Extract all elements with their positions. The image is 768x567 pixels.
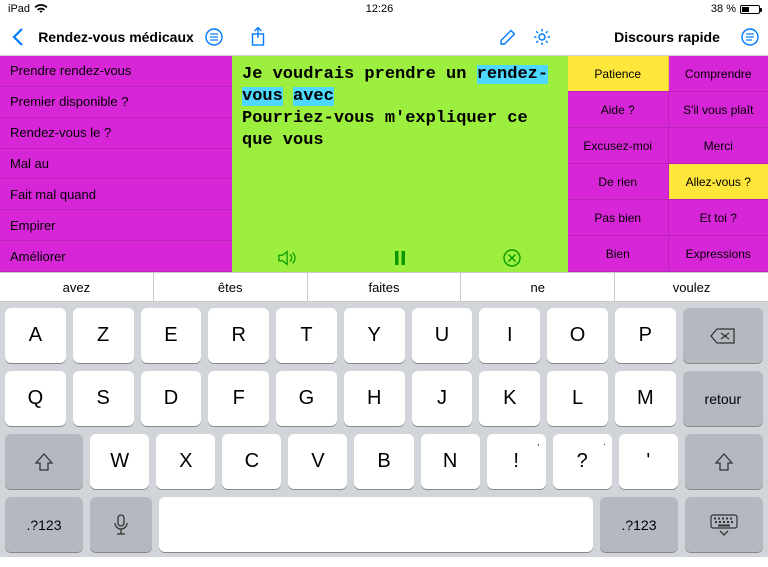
left-phrase-list: Prendre rendez-vous Premier disponible ?…	[0, 56, 232, 272]
dismiss-keyboard-key[interactable]	[685, 497, 763, 552]
compose-text: Pourriez-vous m'expliquer ce que vous	[242, 109, 528, 150]
quick-phrase-cell[interactable]: S'il vous plaît	[669, 92, 768, 127]
quick-phrase-cell[interactable]: Bien	[568, 236, 669, 271]
letter-key[interactable]: E	[141, 308, 202, 363]
quick-phrase-cell[interactable]: Allez-vous ?	[669, 164, 768, 199]
phrase-item[interactable]: Fait mal quand	[0, 179, 232, 210]
app-header: Rendez-vous médicaux Discours rapide	[0, 18, 768, 56]
phrase-item[interactable]: Rendez-vous le ?	[0, 118, 232, 149]
share-icon[interactable]	[248, 27, 268, 47]
letter-key[interactable]: X	[156, 434, 215, 489]
letter-key[interactable]: F	[208, 371, 269, 426]
letter-key[interactable]: C	[222, 434, 281, 489]
edit-icon[interactable]	[498, 27, 518, 47]
compose-text: Je voudrais prendre un	[242, 65, 477, 84]
letter-key[interactable]: Y	[344, 308, 405, 363]
letter-key[interactable]: N	[421, 434, 480, 489]
phrase-item[interactable]: Améliorer	[0, 241, 232, 272]
suggestion[interactable]: faites	[308, 273, 462, 301]
compose-area[interactable]: Je voudrais prendre un rendez-vous avec …	[232, 56, 568, 244]
letter-key[interactable]: T	[276, 308, 337, 363]
back-icon[interactable]	[8, 27, 28, 47]
suggestion[interactable]: ne	[461, 273, 615, 301]
letter-key[interactable]: J	[412, 371, 473, 426]
phrase-item[interactable]: Empirer	[0, 210, 232, 241]
letter-key[interactable]: O	[547, 308, 608, 363]
letter-key[interactable]: H	[344, 371, 405, 426]
letter-key[interactable]: K	[479, 371, 540, 426]
device-label: iPad	[8, 3, 30, 15]
backspace-key[interactable]	[683, 308, 763, 363]
letter-key[interactable]: Z	[73, 308, 134, 363]
letter-key[interactable]: M	[615, 371, 676, 426]
quick-phrase-cell[interactable]: De rien	[568, 164, 669, 199]
phrase-item[interactable]: Prendre rendez-vous	[0, 56, 232, 87]
quick-phrase-cell[interactable]: Et toi ?	[669, 200, 768, 235]
quick-phrase-cell[interactable]: Pas bien	[568, 200, 669, 235]
list-icon[interactable]	[204, 27, 224, 47]
quick-phrase-cell[interactable]: Comprendre	[669, 56, 768, 91]
suggestion[interactable]: voulez	[615, 273, 768, 301]
quick-phrase-cell[interactable]: Aide ?	[568, 92, 669, 127]
letter-key[interactable]: L	[547, 371, 608, 426]
battery-icon	[740, 5, 760, 14]
battery-percent: 38 %	[711, 3, 736, 15]
pause-icon[interactable]	[390, 248, 410, 268]
letter-key[interactable]: G	[276, 371, 337, 426]
space-key[interactable]	[159, 497, 593, 552]
mic-key[interactable]	[90, 497, 152, 552]
letter-key[interactable]: W	[90, 434, 149, 489]
right-panel-title: Discours rapide	[614, 29, 720, 45]
phrase-item[interactable]: Premier disponible ?	[0, 87, 232, 118]
quick-phrase-cell[interactable]: Expressions	[669, 236, 768, 271]
suggestion-bar: avez êtes faites ne voulez	[0, 272, 768, 302]
mode-key[interactable]: .?123	[5, 497, 83, 552]
left-panel-title: Rendez-vous médicaux	[38, 29, 194, 45]
suggestion[interactable]: avez	[0, 273, 154, 301]
clear-icon[interactable]	[502, 248, 522, 268]
shift-key[interactable]	[5, 434, 83, 489]
letter-key[interactable]: A	[5, 308, 66, 363]
chat-icon[interactable]	[740, 27, 760, 47]
quick-phrase-cell[interactable]: Patience	[568, 56, 669, 91]
quick-phrase-cell[interactable]: Excusez-moi	[568, 128, 669, 163]
letter-key[interactable]: I	[479, 308, 540, 363]
quick-speech-grid: PatienceComprendreAide ?S'il vous plaîtE…	[568, 56, 768, 272]
phrase-item[interactable]: Mal au	[0, 149, 232, 180]
letter-key[interactable]: P	[615, 308, 676, 363]
punct-key[interactable]: ,!	[487, 434, 546, 489]
punct-key[interactable]: .?	[553, 434, 612, 489]
letter-key[interactable]: R	[208, 308, 269, 363]
letter-key[interactable]: B	[354, 434, 413, 489]
letter-key[interactable]: S	[73, 371, 134, 426]
wifi-icon	[34, 4, 48, 14]
quick-phrase-cell[interactable]: Merci	[669, 128, 768, 163]
punct-key[interactable]: '	[619, 434, 678, 489]
status-bar: iPad 12:26 38 %	[0, 0, 768, 18]
shift-key[interactable]	[685, 434, 763, 489]
letter-key[interactable]: Q	[5, 371, 66, 426]
gear-icon[interactable]	[532, 27, 552, 47]
speaker-icon[interactable]	[278, 248, 298, 268]
letter-key[interactable]: U	[412, 308, 473, 363]
mode-key[interactable]: .?123	[600, 497, 678, 552]
clock: 12:26	[366, 3, 394, 15]
suggestion[interactable]: êtes	[154, 273, 308, 301]
return-key[interactable]: retour	[683, 371, 763, 426]
letter-key[interactable]: V	[288, 434, 347, 489]
highlight-word: avec	[293, 87, 334, 106]
letter-key[interactable]: D	[141, 371, 202, 426]
onscreen-keyboard: AZERTYUIOP QSDFGHJKLMretour WXCVBN,!.?' …	[0, 302, 768, 557]
